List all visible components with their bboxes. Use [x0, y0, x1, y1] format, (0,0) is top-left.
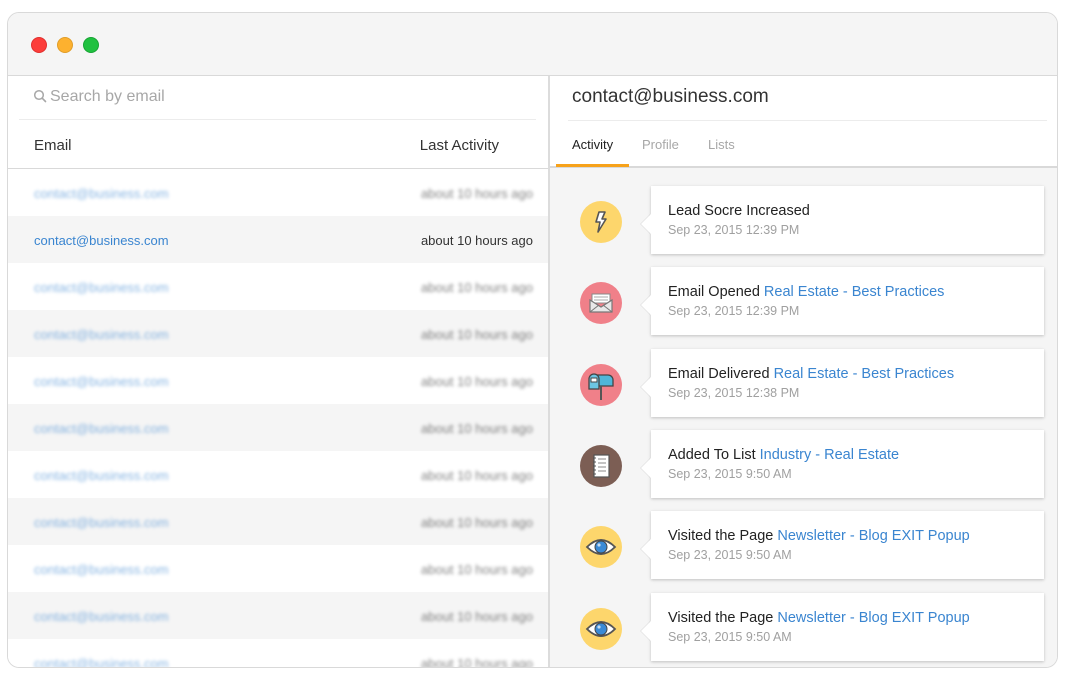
activity-action: Visited the Page: [668, 528, 774, 545]
activity-timestamp: Sep 23, 2015 12:39 PM: [668, 304, 800, 319]
activity-title: Lead Socre Increased: [668, 203, 810, 219]
activity-timestamp: Sep 23, 2015 12:38 PM: [668, 385, 800, 400]
contact-row[interactable]: contact@business.com about 10 hours ago: [8, 545, 548, 592]
activity-card: Email Delivered Real Estate - Best Pract…: [651, 348, 1044, 417]
contact-row[interactable]: contact@business.com about 10 hours ago: [8, 357, 548, 404]
contact-email-link[interactable]: contact@business.com: [34, 327, 169, 342]
activity-target-link[interactable]: Industry - Real Estate: [760, 447, 899, 463]
contact-row[interactable]: contact@business.com about 10 hours ago: [8, 498, 548, 545]
activity-action: Email Delivered: [668, 365, 770, 382]
activity-target-link[interactable]: Real Estate - Best Practices: [774, 366, 955, 382]
activity-item: Email Opened Real Estate - Best Practice…: [580, 267, 1050, 337]
activity-card: Lead Socre Increased Sep 23, 2015 12:39 P…: [651, 186, 1044, 254]
contact-row[interactable]: contact@business.com about 10 hours ago: [8, 639, 548, 667]
activity-timestamp: Sep 23, 2015 12:39 PM: [668, 223, 800, 237]
activity-item: Visited the Page Newsletter - Blog EXIT …: [580, 511, 1050, 581]
column-header-email[interactable]: Email: [34, 137, 72, 154]
activity-feed: Lead Socre Increased Sep 23, 2015 12:39 P…: [550, 168, 1057, 667]
last-activity-text: about 10 hours ago: [420, 374, 533, 389]
contact-row[interactable]: contact@business.com about 10 hours ago: [8, 216, 548, 263]
mailbox-icon: [580, 363, 622, 406]
contact-email-link[interactable]: contact@business.com: [34, 656, 169, 667]
lightning-icon: [580, 201, 622, 243]
eye-icon: [580, 607, 622, 650]
contact-detail-pane: contact@business.com Activity Profile Li…: [550, 76, 1057, 667]
search-input[interactable]: [50, 84, 500, 110]
last-activity-text: about 10 hours ago: [420, 421, 533, 436]
notebook-icon: [580, 444, 622, 487]
tab-bar: Activity Profile Lists: [550, 121, 1057, 168]
activity-title: Email Delivered Real Estate - Best Pract…: [668, 366, 954, 382]
tab-profile[interactable]: Profile: [642, 137, 679, 152]
activity-target-link[interactable]: Newsletter - Blog EXIT Popup: [777, 610, 969, 626]
contact-email-link[interactable]: contact@business.com: [34, 186, 169, 201]
activity-card: Visited the Page Newsletter - Blog EXIT …: [651, 511, 1044, 580]
contact-email-link[interactable]: contact@business.com: [34, 515, 169, 530]
minimize-window-button[interactable]: [57, 37, 73, 53]
activity-item: Added To List Industry - Real Estate Sep …: [580, 429, 1050, 500]
contact-row[interactable]: contact@business.com about 10 hours ago: [8, 310, 548, 357]
activity-title: Email Opened Real Estate - Best Practice…: [668, 284, 944, 300]
contact-email-link[interactable]: contact@business.com: [34, 468, 169, 483]
activity-item: Visited the Page Newsletter - Blog EXIT …: [580, 592, 1050, 663]
last-activity-text: about 10 hours ago: [420, 562, 533, 577]
table-header: Email Last Activity: [8, 120, 548, 169]
contact-email-link[interactable]: contact@business.com: [34, 421, 169, 436]
activity-card: Email Opened Real Estate - Best Practice…: [651, 267, 1044, 336]
last-activity-text: about 10 hours ago: [420, 468, 533, 483]
contact-row[interactable]: contact@business.com about 10 hours ago: [8, 592, 548, 639]
activity-item: Lead Socre Increased Sep 23, 2015 12:39 P…: [580, 186, 1050, 256]
contact-row[interactable]: contact@business.com about 10 hours ago: [8, 404, 548, 451]
last-activity-text: about 10 hours ago: [420, 515, 533, 530]
activity-action: Email Opened: [668, 284, 760, 301]
activity-title: Visited the Page Newsletter - Blog EXIT …: [668, 528, 970, 544]
search-field-wrapper: [19, 76, 536, 120]
envelope-open-icon: [580, 282, 622, 325]
last-activity-text: about 10 hours ago: [420, 609, 533, 624]
contacts-pane: Email Last Activity contact@business.com…: [8, 76, 548, 667]
contacts-list: contact@business.com about 10 hours ago co…: [8, 169, 548, 667]
tab-activity[interactable]: Activity: [572, 137, 613, 152]
activity-action: Lead Socre Increased: [668, 203, 810, 219]
activity-card: Visited the Page Newsletter - Blog EXIT …: [651, 592, 1044, 661]
activity-title: Visited the Page Newsletter - Blog EXIT …: [668, 610, 970, 626]
title-bar: [8, 13, 1057, 76]
contact-row[interactable]: contact@business.com about 10 hours ago: [8, 451, 548, 498]
contact-title: contact@business.com: [572, 86, 769, 107]
activity-timestamp: Sep 23, 2015 9:50 AM: [668, 466, 792, 481]
contact-email-link[interactable]: contact@business.com: [34, 233, 169, 248]
tab-lists[interactable]: Lists: [708, 137, 735, 152]
activity-timestamp: Sep 23, 2015 9:50 AM: [668, 548, 792, 563]
app-window: Email Last Activity contact@business.com…: [7, 12, 1058, 668]
contact-email-link[interactable]: contact@business.com: [34, 609, 169, 624]
last-activity-text: about 10 hours ago: [420, 233, 533, 248]
last-activity-text: about 10 hours ago: [420, 280, 533, 295]
activity-timestamp: Sep 23, 2015 9:50 AM: [668, 629, 792, 644]
activity-card: Added To List Industry - Real Estate Sep …: [651, 429, 1044, 498]
contact-email-link[interactable]: contact@business.com: [34, 562, 169, 577]
contact-row[interactable]: contact@business.com about 10 hours ago: [8, 263, 548, 310]
activity-action: Visited the Page: [668, 609, 774, 626]
contact-email-link[interactable]: contact@business.com: [34, 374, 169, 389]
last-activity-text: about 10 hours ago: [420, 656, 533, 667]
activity-item: Email Delivered Real Estate - Best Pract…: [580, 348, 1050, 419]
eye-icon: [580, 526, 622, 569]
last-activity-text: about 10 hours ago: [420, 327, 533, 342]
activity-action: Added To List: [668, 446, 756, 463]
activity-title: Added To List Industry - Real Estate: [668, 447, 899, 463]
close-window-button[interactable]: [31, 37, 47, 53]
search-icon: [33, 89, 47, 103]
last-activity-text: about 10 hours ago: [420, 186, 533, 201]
activity-target-link[interactable]: Newsletter - Blog EXIT Popup: [777, 528, 969, 544]
contact-row[interactable]: contact@business.com about 10 hours ago: [8, 169, 548, 216]
activity-target-link[interactable]: Real Estate - Best Practices: [764, 284, 945, 300]
maximize-window-button[interactable]: [83, 37, 99, 53]
contact-header: contact@business.com: [550, 76, 1057, 121]
active-tab-indicator: [556, 164, 629, 167]
search-bar: [8, 76, 548, 120]
column-header-last-activity[interactable]: Last Activity: [420, 137, 499, 154]
contact-email-link[interactable]: contact@business.com: [34, 280, 169, 295]
